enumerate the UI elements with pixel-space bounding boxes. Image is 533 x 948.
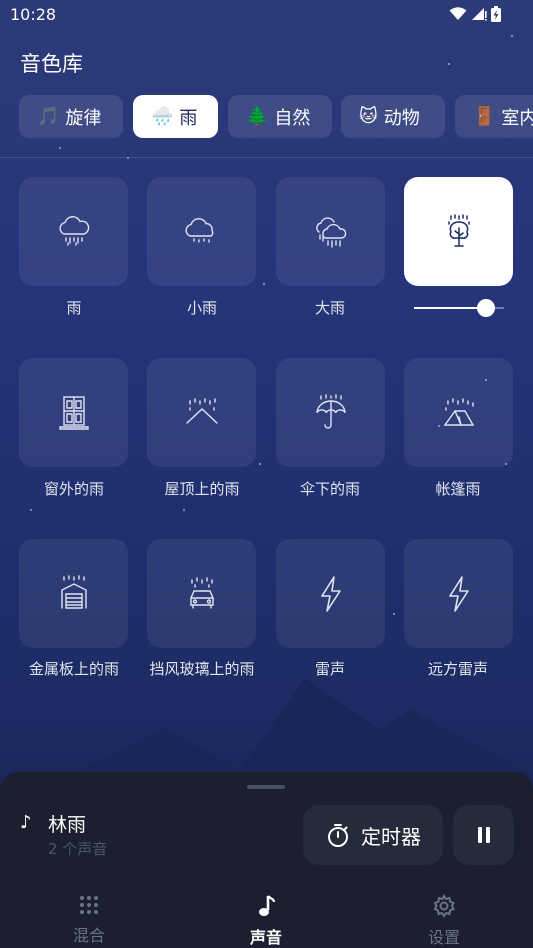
tab-label: 旋律 xyxy=(65,107,102,129)
volume-slider[interactable] xyxy=(414,298,504,318)
status-icons xyxy=(449,6,501,22)
cloud-light-rain-icon xyxy=(184,217,213,243)
nav-label: 混合 xyxy=(72,926,105,945)
slider-thumb[interactable] xyxy=(477,299,495,317)
tab-rain[interactable]: 🌧️ 雨 xyxy=(133,95,218,138)
roof-rain-icon xyxy=(185,397,218,424)
sound-tile-thunder[interactable] xyxy=(276,539,385,648)
nav-settings[interactable]: 设置 xyxy=(384,894,504,948)
sound-tile-roof-rain[interactable] xyxy=(147,358,256,467)
tab-nature[interactable]: 🌲 自然 xyxy=(228,95,332,138)
pause-button[interactable] xyxy=(453,805,514,865)
nav-sounds[interactable]: 声音 xyxy=(206,894,326,948)
stopwatch-icon xyxy=(328,824,348,847)
tab-label: 室内 xyxy=(501,107,533,129)
grid-dots-icon xyxy=(80,896,98,914)
nav-label: 设置 xyxy=(427,928,460,947)
now-playing-title: 林雨 xyxy=(48,814,87,836)
tab-label: 自然 xyxy=(274,107,311,129)
divider xyxy=(0,157,533,158)
sound-tile-tent-rain[interactable] xyxy=(404,358,513,467)
sound-label-tent-rain: 帐篷雨 xyxy=(435,480,481,498)
sound-label-window-rain: 窗外的雨 xyxy=(43,480,104,498)
status-bar: 10:28 xyxy=(0,0,533,30)
page-title: 音色库 xyxy=(20,52,83,76)
signal-icon xyxy=(472,8,487,21)
music-note-icon: ♪ xyxy=(20,812,32,833)
nav-mix[interactable]: 混合 xyxy=(29,894,149,946)
sound-label-roof-rain: 屋顶上的雨 xyxy=(164,480,240,498)
sound-tile-umbrella-rain[interactable] xyxy=(276,358,385,467)
distant-lightning-icon xyxy=(448,575,469,612)
slider-fill xyxy=(414,307,486,309)
sound-label-heavy-rain: 大雨 xyxy=(314,299,345,317)
drag-handle[interactable] xyxy=(247,785,285,789)
sound-label-rain: 雨 xyxy=(66,299,82,317)
tent-rain-icon xyxy=(443,397,474,426)
sound-tile-light-rain[interactable] xyxy=(147,177,256,286)
door-icon: 🚪 xyxy=(473,106,496,127)
tab-melody[interactable]: 🎵 旋律 xyxy=(19,95,123,138)
mountain-silhouette xyxy=(60,678,533,780)
sound-tile-window-rain[interactable] xyxy=(19,358,128,467)
now-playing-subtitle: 2 个声音 xyxy=(48,840,108,858)
player-sheet: ♪ 林雨 2 个声音 定时器 混合 声音 设置 xyxy=(0,772,533,948)
tree-icon: 🌲 xyxy=(246,106,269,127)
tab-animals[interactable]: 🐱 动物 xyxy=(341,95,445,138)
sound-tile-windshield-rain[interactable] xyxy=(147,539,256,648)
music-note-icon xyxy=(259,895,276,916)
sound-label-umbrella-rain: 伞下的雨 xyxy=(299,480,360,498)
sound-label-light-rain: 小雨 xyxy=(186,299,217,317)
cloud-rain-icon xyxy=(58,215,89,246)
car-rain-icon xyxy=(189,576,214,609)
sound-tile-forest-rain[interactable] xyxy=(404,177,513,286)
wifi-icon xyxy=(449,7,467,20)
tab-label: 雨 xyxy=(179,107,198,129)
cat-icon: 🐱 xyxy=(359,106,378,127)
battery-charging-icon xyxy=(491,6,501,22)
rain-cloud-icon: 🌧️ xyxy=(151,106,174,127)
timer-label: 定时器 xyxy=(361,824,421,849)
music-note-icon: 🎵 xyxy=(37,106,60,127)
sound-tile-heavy-rain[interactable] xyxy=(276,177,385,286)
tree-rain-icon xyxy=(447,213,470,247)
tab-label: 动物 xyxy=(383,107,420,129)
pause-icon xyxy=(477,827,490,843)
garage-rain-icon xyxy=(60,574,87,609)
sound-tile-rain[interactable] xyxy=(19,177,128,286)
cloud-heavy-rain-icon xyxy=(315,216,346,248)
lightning-icon xyxy=(320,575,341,612)
sound-tile-distant-thunder[interactable] xyxy=(404,539,513,648)
sound-tile-metal-rain[interactable] xyxy=(19,539,128,648)
status-time: 10:28 xyxy=(10,5,57,24)
timer-button[interactable]: 定时器 xyxy=(303,805,443,865)
gear-icon xyxy=(433,894,455,918)
nav-label: 声音 xyxy=(249,928,282,947)
tab-indoor[interactable]: 🚪 室内 xyxy=(455,95,533,138)
window-rain-icon xyxy=(58,395,89,430)
category-tabs: 🎵 旋律 🌧️ 雨 🌲 自然 🐱 动物 🚪 室内 xyxy=(19,95,533,139)
umbrella-rain-icon xyxy=(315,393,346,429)
